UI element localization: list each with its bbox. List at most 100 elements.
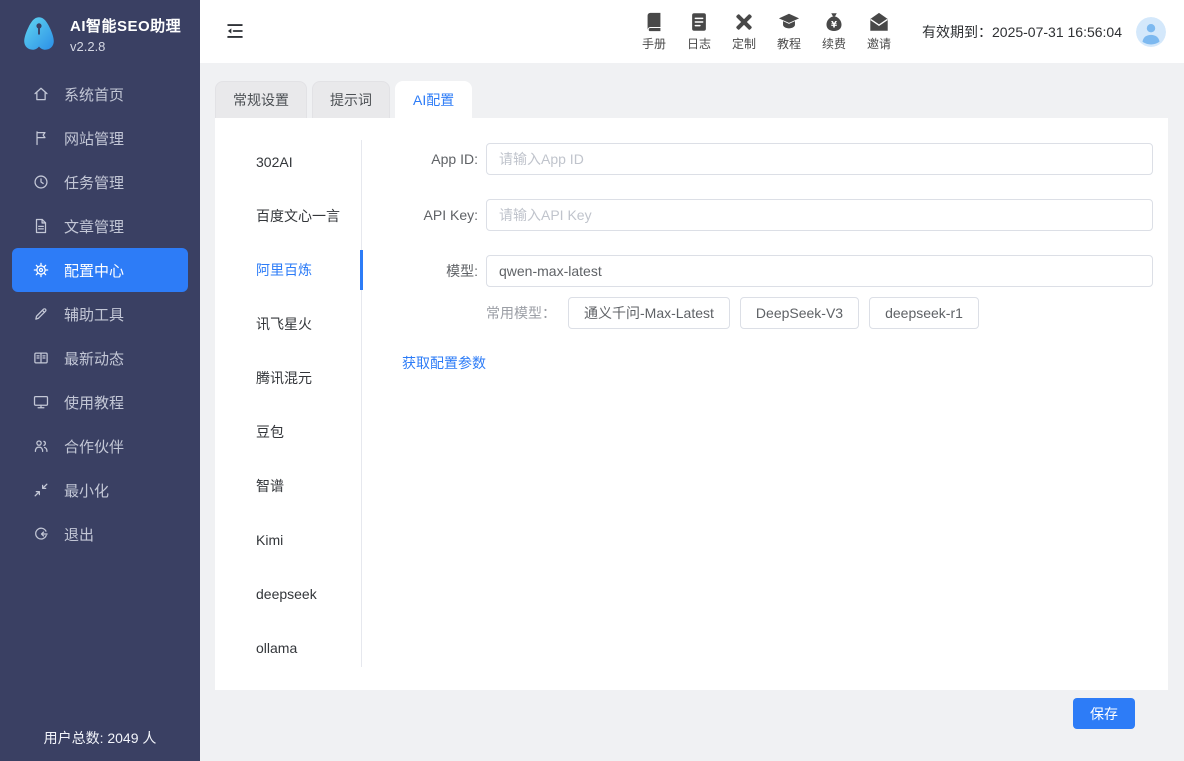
provider-baidu-wenxin[interactable]: 百度文心一言 <box>215 189 362 243</box>
customize-icon <box>733 11 755 33</box>
save-button[interactable]: 保存 <box>1073 698 1135 729</box>
partners-icon <box>32 437 50 455</box>
content-area: 常规设置 提示词 AI配置 302AI 百度文心一言 阿里百炼 讯飞星火 腾讯混… <box>200 63 1184 761</box>
action-renew[interactable]: ¥ 续费 <box>821 11 847 52</box>
action-logs[interactable]: 日志 <box>686 11 712 52</box>
model-label: 模型: <box>400 255 486 287</box>
api-key-input[interactable] <box>486 199 1153 231</box>
renew-icon: ¥ <box>823 11 845 33</box>
sidebar-item-label: 最新动态 <box>64 348 124 369</box>
sidebar-item-label: 辅助工具 <box>64 304 124 325</box>
sidebar-menu: 系统首页 网站管理 任务管理 文章管理 配置中心 辅助工具 最新动态 使用教程 <box>0 72 200 556</box>
monitor-icon <box>32 393 50 411</box>
sidebar-item-tools[interactable]: 辅助工具 <box>12 292 188 336</box>
sidebar-item-news[interactable]: 最新动态 <box>12 336 188 380</box>
validity-label: 有效期到： <box>922 24 992 40</box>
flag-icon <box>32 129 50 147</box>
course-icon <box>778 11 800 33</box>
manual-icon <box>643 11 665 33</box>
sidebar-item-label: 最小化 <box>64 480 109 501</box>
provider-divider <box>361 140 362 667</box>
settings-tabbar: 常规设置 提示词 AI配置 <box>215 81 1168 118</box>
app-logo-block: AI智能SEO助理 v2.2.8 <box>0 0 200 63</box>
provider-kimi[interactable]: Kimi <box>215 513 362 567</box>
minimize-icon <box>32 481 50 499</box>
sidebar-item-sites[interactable]: 网站管理 <box>12 116 188 160</box>
provider-tencent-hunyuan[interactable]: 腾讯混元 <box>215 351 362 405</box>
common-models-row: 常用模型： 通义千问-Max-Latest DeepSeek-V3 deepse… <box>486 297 1153 329</box>
sidebar-item-tasks[interactable]: 任务管理 <box>12 160 188 204</box>
sidebar-item-label: 文章管理 <box>64 216 124 237</box>
model-input[interactable] <box>486 255 1153 287</box>
action-label: 手册 <box>642 35 666 52</box>
action-course[interactable]: 教程 <box>776 11 802 52</box>
clock-icon <box>32 173 50 191</box>
sidebar-item-home[interactable]: 系统首页 <box>12 72 188 116</box>
model-button-qwen-max-latest[interactable]: 通义千问-Max-Latest <box>568 297 730 329</box>
tab-prompts[interactable]: 提示词 <box>312 81 390 118</box>
get-config-params-link[interactable]: 获取配置参数 <box>402 353 486 373</box>
model-button-deepseek-r1[interactable]: deepseek-r1 <box>869 297 979 329</box>
model-button-deepseek-v3[interactable]: DeepSeek-V3 <box>740 297 859 329</box>
sidebar-item-label: 系统首页 <box>64 84 124 105</box>
action-label: 邀请 <box>867 35 891 52</box>
invite-icon <box>868 11 890 33</box>
action-label: 日志 <box>687 35 711 52</box>
sidebar-item-tutorial[interactable]: 使用教程 <box>12 380 188 424</box>
provider-config-form: App ID: API Key: 模型: 常用模型： 通义千问-Max-Late… <box>362 118 1168 690</box>
topbar: 手册 日志 定制 教程 ¥ 续费 邀请 有效 <box>200 0 1184 63</box>
sidebar-item-label: 使用教程 <box>64 392 124 413</box>
provider-302ai[interactable]: 302AI <box>215 135 362 189</box>
provider-deepseek[interactable]: deepseek <box>215 567 362 621</box>
sidebar: AI智能SEO助理 v2.2.8 系统首页 网站管理 任务管理 文章管理 配置中… <box>0 0 200 761</box>
log-icon <box>688 11 710 33</box>
action-invite[interactable]: 邀请 <box>866 11 892 52</box>
sidebar-item-minimize[interactable]: 最小化 <box>12 468 188 512</box>
provider-ali-bailian[interactable]: 阿里百炼 <box>215 243 362 297</box>
document-icon <box>32 217 50 235</box>
app-id-input[interactable] <box>486 143 1153 175</box>
gear-icon <box>32 261 50 279</box>
action-customize[interactable]: 定制 <box>731 11 757 52</box>
svg-text:¥: ¥ <box>831 20 837 30</box>
sidebar-item-label: 配置中心 <box>64 260 124 281</box>
provider-xunfei-spark[interactable]: 讯飞星火 <box>215 297 362 351</box>
tab-general-settings[interactable]: 常规设置 <box>215 81 307 118</box>
logout-icon <box>32 525 50 543</box>
common-models-label: 常用模型： <box>486 303 556 323</box>
provider-active-indicator <box>360 250 363 290</box>
sidebar-item-config-center[interactable]: 配置中心 <box>12 248 188 292</box>
validity-text: 有效期到：2025-07-31 16:56:04 <box>922 22 1122 42</box>
sidebar-item-articles[interactable]: 文章管理 <box>12 204 188 248</box>
main-area: 手册 日志 定制 教程 ¥ 续费 邀请 有效 <box>200 0 1184 761</box>
app-title: AI智能SEO助理 <box>70 15 181 36</box>
app-version: v2.2.8 <box>70 39 181 54</box>
provider-zhipu[interactable]: 智谱 <box>215 459 362 513</box>
user-avatar[interactable] <box>1136 17 1166 47</box>
action-manual[interactable]: 手册 <box>641 11 667 52</box>
sidebar-collapse-icon[interactable] <box>224 20 248 44</box>
pen-icon <box>32 305 50 323</box>
sidebar-item-partners[interactable]: 合作伙伴 <box>12 424 188 468</box>
home-icon <box>32 85 50 103</box>
app-id-label: App ID: <box>400 143 486 175</box>
sidebar-item-label: 任务管理 <box>64 172 124 193</box>
tab-ai-config[interactable]: AI配置 <box>395 81 472 118</box>
provider-ollama[interactable]: ollama <box>215 621 362 675</box>
news-icon <box>32 349 50 367</box>
provider-doubao[interactable]: 豆包 <box>215 405 362 459</box>
sidebar-item-label: 合作伙伴 <box>64 436 124 457</box>
validity-value: 2025-07-31 16:56:04 <box>992 24 1122 40</box>
ai-config-panel: 302AI 百度文心一言 阿里百炼 讯飞星火 腾讯混元 豆包 智谱 Kimi d… <box>215 118 1168 690</box>
provider-list: 302AI 百度文心一言 阿里百炼 讯飞星火 腾讯混元 豆包 智谱 Kimi d… <box>215 118 362 690</box>
save-row: 保存 <box>215 690 1168 729</box>
user-total: 用户总数: 2049 人 <box>0 728 200 748</box>
sidebar-item-label: 退出 <box>64 524 94 545</box>
quick-actions: 手册 日志 定制 教程 ¥ 续费 邀请 <box>641 11 892 52</box>
api-key-label: API Key: <box>400 199 486 231</box>
action-label: 教程 <box>777 35 801 52</box>
sidebar-item-logout[interactable]: 退出 <box>12 512 188 556</box>
action-label: 定制 <box>732 35 756 52</box>
sidebar-item-label: 网站管理 <box>64 128 124 149</box>
app-logo-icon <box>18 13 60 55</box>
